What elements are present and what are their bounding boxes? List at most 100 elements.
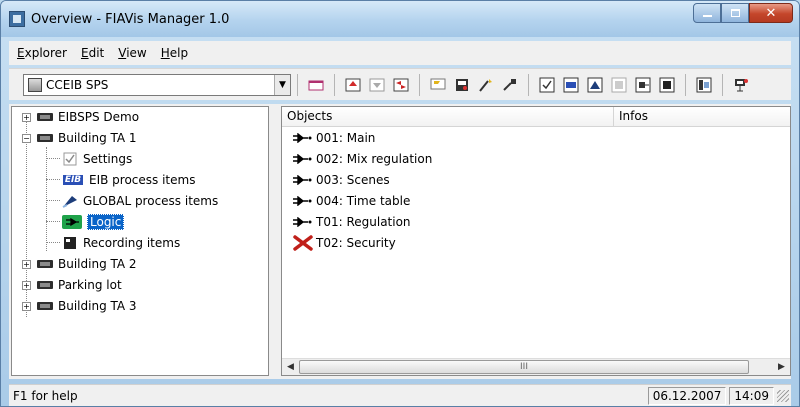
toolbar-button-10[interactable] <box>561 75 581 95</box>
window-title: Overview - FIAVis Manager 1.0 <box>31 11 230 27</box>
minimize-icon <box>702 15 712 17</box>
expand-icon[interactable]: + <box>22 301 31 311</box>
wand-icon <box>479 78 492 92</box>
tree-line <box>46 179 60 180</box>
list-item[interactable]: 002: Mix regulation <box>282 148 790 169</box>
menu-edit[interactable]: Edit <box>81 46 104 60</box>
app-window: Overview - FIAVis Manager 1.0 ✕ Explorer… <box>0 0 800 407</box>
project-icon <box>28 77 42 92</box>
tree-node-settings[interactable]: Settings <box>62 149 132 169</box>
toolbar: CCEIB SPS ▼ <box>9 68 791 100</box>
menu-view[interactable]: View <box>118 46 146 60</box>
menu-help[interactable]: Help <box>161 46 188 60</box>
building-icon <box>37 279 53 291</box>
project-select[interactable]: CCEIB SPS ▼ <box>23 73 291 96</box>
toolbar-button-6[interactable] <box>452 75 472 95</box>
scroll-right-icon[interactable]: ▶ <box>773 359 790 375</box>
toolbar-button-8[interactable] <box>500 75 520 95</box>
toolbar-button-11[interactable] <box>585 75 605 95</box>
column-header-objects[interactable]: Objects <box>282 107 614 126</box>
transfer-icon <box>393 78 409 91</box>
building-icon <box>37 111 53 123</box>
minimize-button[interactable] <box>693 3 721 23</box>
close-icon: ✕ <box>765 5 777 21</box>
window-controls: ✕ <box>693 3 793 23</box>
horizontal-scrollbar[interactable]: ◀ III ▶ <box>282 358 790 375</box>
toolbar-button-13[interactable] <box>633 75 653 95</box>
status-bar: F1 for help 06.12.2007 14:09 <box>9 384 791 406</box>
tree-node-parking-lot[interactable]: + Parking lot <box>22 275 122 295</box>
toolbar-button-16[interactable] <box>731 75 751 95</box>
list-item[interactable]: T02: Security <box>282 232 790 253</box>
tree-node-building-ta1[interactable]: − Building TA 1 <box>22 128 137 148</box>
toolbar-button-15[interactable] <box>694 75 714 95</box>
menu-explorer[interactable]: Explorer <box>17 46 67 60</box>
eib-icon <box>563 77 579 92</box>
toolbar-button-5[interactable] <box>428 75 448 95</box>
toolbar-separator <box>419 73 420 96</box>
toolbar-button-14[interactable] <box>657 75 677 95</box>
toolbar-separator <box>528 73 529 96</box>
status-help-text: F1 for help <box>13 388 78 403</box>
toolbar-button-4[interactable] <box>391 75 411 95</box>
upload-icon <box>345 78 361 91</box>
main-content: + EIBSPS Demo − Building TA 1 Settings E… <box>9 104 791 379</box>
maximize-button[interactable] <box>721 3 749 23</box>
tree-node-recording-items[interactable]: Recording items <box>62 233 180 253</box>
explorer-tree[interactable]: + EIBSPS Demo − Building TA 1 Settings E… <box>11 106 269 376</box>
toolbar-button-3[interactable] <box>367 75 387 95</box>
column-header-infos[interactable]: Infos <box>614 107 790 126</box>
title-bar[interactable]: Overview - FIAVis Manager 1.0 ✕ <box>1 1 799 37</box>
tree-node-building-ta2[interactable]: + Building TA 2 <box>22 254 137 274</box>
toolbar-button-2[interactable] <box>343 75 363 95</box>
collapse-icon[interactable]: − <box>22 133 31 143</box>
close-button[interactable]: ✕ <box>749 3 793 23</box>
tree-node-building-ta3[interactable]: + Building TA 3 <box>22 296 137 316</box>
building-icon <box>37 300 53 312</box>
menu-bar: Explorer Edit View Help <box>9 41 791 65</box>
expand-icon[interactable]: + <box>22 112 31 122</box>
download-icon <box>369 78 385 91</box>
tree-line <box>46 158 60 159</box>
app-icon <box>9 11 25 27</box>
logic-icon <box>292 174 314 186</box>
tree-line <box>46 200 60 201</box>
toolbar-button-9[interactable] <box>537 75 557 95</box>
list-item[interactable]: 004: Time table <box>282 190 790 211</box>
toolbar-button-7[interactable] <box>476 75 496 95</box>
toolbar-button-1[interactable] <box>306 75 326 95</box>
building-icon <box>37 258 53 270</box>
flag-icon <box>430 78 446 89</box>
chevron-down-icon[interactable]: ▼ <box>274 74 290 95</box>
tree-node-eib-process-items[interactable]: EIB EIB process items <box>62 170 195 190</box>
toolbar-button-12[interactable] <box>609 75 629 95</box>
resize-grip-icon[interactable] <box>777 389 789 402</box>
scroll-left-icon[interactable]: ◀ <box>282 359 299 375</box>
toolbar-separator <box>685 73 686 96</box>
logic-block-icon <box>635 77 651 92</box>
tree-node-eibsps-demo[interactable]: + EIBSPS Demo <box>22 107 139 127</box>
status-time: 14:09 <box>729 386 774 405</box>
list-item[interactable]: T01: Regulation <box>282 211 790 232</box>
logic-icon <box>62 215 82 229</box>
logic-icon <box>292 216 314 228</box>
maximize-icon <box>730 9 740 17</box>
scrollbar-thumb[interactable]: III <box>299 360 749 374</box>
logic-icon <box>292 153 314 165</box>
window-icon <box>308 80 324 90</box>
eib-icon: EIB <box>62 175 84 185</box>
tree-node-logic[interactable]: Logic <box>62 212 125 232</box>
security-icon <box>292 234 314 251</box>
building-icon <box>37 132 53 144</box>
list-item[interactable]: 001: Main <box>282 127 790 148</box>
objects-list[interactable]: Objects Infos 001: Main 002: Mix regulat… <box>281 106 791 376</box>
tree-node-global-process-items[interactable]: GLOBAL process items <box>62 191 218 211</box>
panel-icon <box>696 77 712 92</box>
tree-line <box>46 221 60 222</box>
record-icon <box>659 77 675 92</box>
network-icon <box>735 78 748 91</box>
list-item[interactable]: 003: Scenes <box>282 169 790 190</box>
tool-icon <box>503 78 516 91</box>
expand-icon[interactable]: + <box>22 259 31 269</box>
expand-icon[interactable]: + <box>22 280 31 290</box>
